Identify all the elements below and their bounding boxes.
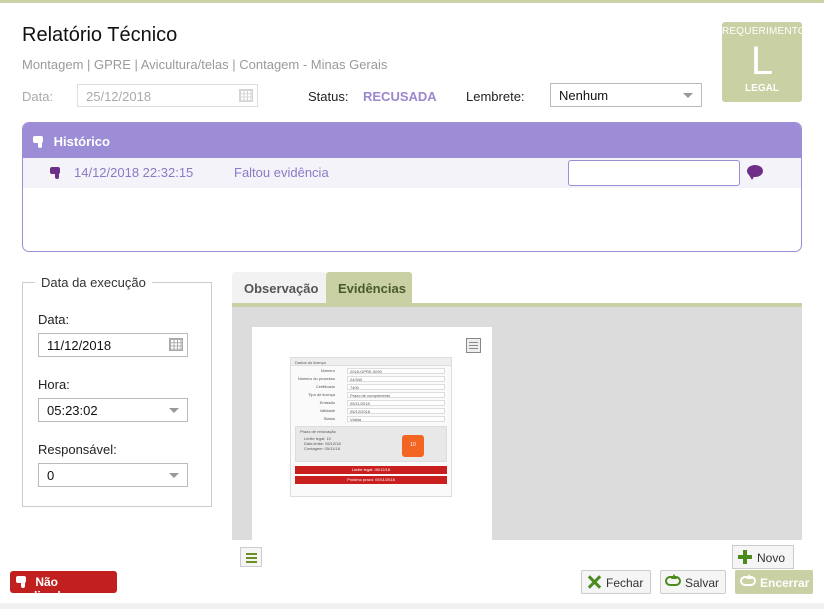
responsible-select[interactable]: 0 [38,463,188,487]
thumbnail-renewal-box: Prazo de renovação Limite legal: 10 Data… [295,426,447,462]
history-entry-datetime: 14/12/2018 22:32:15 [74,165,194,180]
evidence-toolbar: Novo [232,540,802,569]
thumbnail-header: Dados do licença [291,358,451,366]
history-entry: 14/12/2018 22:32:15 Faltou evidência [23,158,801,188]
not-done-button[interactable]: Não realizado [10,571,117,603]
new-evidence-button[interactable]: Novo [732,545,794,569]
finish-button[interactable]: Encerrar [735,570,813,594]
badge-letter: L [750,39,774,83]
execution-date-field[interactable]: 11/12/2018 [38,333,188,357]
comment-icon[interactable] [747,165,763,180]
evidence-panel: Dados do licença Número 2018-GPRE-0090 Nú… [232,307,802,540]
thumbnail-row: Número do processo 24/340 [295,376,447,382]
reminder-select[interactable]: Nenhum [550,83,702,107]
save-button[interactable]: Salvar [660,570,726,594]
responsible-label: Responsável: [38,442,117,457]
page-title: Relatório Técnico [22,24,178,46]
badge-bottom-label: LEGAL [745,83,779,94]
document-icon[interactable] [466,338,481,353]
bottom-bar [0,603,824,609]
execution-time-select[interactable]: 05:23:02 [38,398,188,422]
evidence-card[interactable]: Dados do licença Número 2018-GPRE-0090 Nú… [252,327,492,540]
history-title: Histórico [53,134,110,149]
new-evidence-label: Novo [757,551,786,565]
close-label: Fechar [606,576,644,590]
finish-label: Encerrar [760,576,810,590]
thumbnail-row: Tipo de licença Prazo de cumprimento [295,392,447,398]
plus-icon [738,550,752,564]
execution-time-label: Hora: [38,377,70,392]
top-accent-bar [0,0,824,3]
history-header: Histórico [23,123,801,158]
cloud-upload-icon [740,574,756,586]
thumbs-down-icon [16,576,29,588]
date-label: Data: [22,89,54,104]
tab-evidencias[interactable]: Evidências [326,272,412,303]
execution-time-value: 05:23:02 [47,403,98,418]
thumbs-down-icon [33,136,46,148]
save-label: Salvar [685,576,720,590]
status-label: Status: [308,89,349,104]
tab-observacao[interactable]: Observação [232,272,326,303]
list-view-button[interactable] [240,547,262,567]
close-button[interactable]: Fechar [581,570,651,594]
execution-legend: Data da execução [35,275,152,290]
execution-date-label: Data: [38,312,70,327]
close-icon [587,575,601,589]
thumbnail-row: Emissão 05/11/2018 [295,400,447,406]
date-field-value: 25/12/2018 [86,89,152,104]
responsible-value: 0 [47,468,55,483]
history-panel: Histórico 14/12/2018 22:32:15 Faltou evi… [22,122,802,252]
thumbnail-row: Número 2018-GPRE-0090 [295,368,447,374]
page-subtitle: Montagem | GPRE | Avicultura/telas | Con… [22,57,388,72]
badge-top-label: REQUERIMENTO [722,26,806,37]
history-entry-text: Faltou evidência [234,165,329,180]
thumbnail-row: Validade 05/12/2018 [295,408,447,414]
history-reply-input[interactable] [568,160,740,186]
thumbnail-row: Certificado 7400 [295,384,447,390]
thumbnail-row: Status Válida [295,416,447,422]
chevron-down-icon [169,408,179,413]
calendar-icon[interactable] [239,89,253,102]
execution-date-fieldset: Data da execução Data: 11/12/2018 Hora: … [22,275,212,507]
reminder-label: Lembrete: [466,89,525,104]
execution-date-value: 11/12/2018 [47,338,112,353]
date-field[interactable]: 25/12/2018 [77,84,258,107]
thumbnail-counter: 10 [402,435,424,457]
calendar-icon[interactable] [169,338,183,351]
thumbnail-red-bar: Próximo prazo: 09/11/2018 [295,476,447,484]
cloud-upload-icon [665,574,681,586]
requirement-badge: REQUERIMENTO L LEGAL [722,22,806,102]
thumbs-down-icon [50,167,63,179]
chevron-down-icon [169,473,179,478]
reminder-select-value: Nenhum [559,88,609,103]
status-value: RECUSADA [363,89,437,104]
thumbnail-red-bar: Limite legal: 05/12/18 [295,466,447,474]
chevron-down-icon [683,93,693,98]
evidence-thumbnail: Dados do licença Número 2018-GPRE-0090 Nú… [290,357,452,497]
